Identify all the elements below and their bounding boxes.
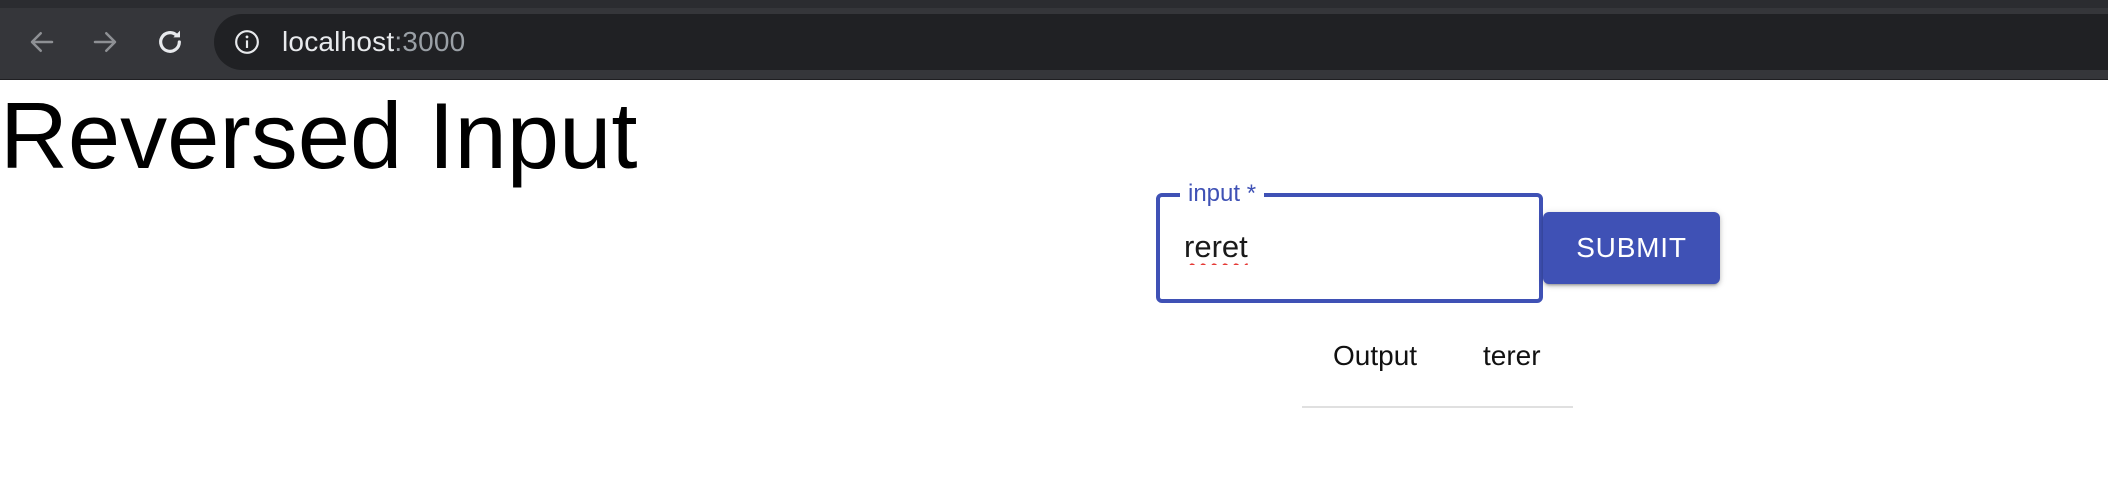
arrow-left-icon [30,32,54,52]
output-label: Output [1333,340,1418,371]
url-text[interactable]: localhost:3000 [282,28,465,56]
output-table: Output terer [1302,324,1573,408]
output-value: terer [1483,340,1541,371]
info-icon[interactable] [234,29,260,55]
submit-button[interactable]: SUBMIT [1543,212,1720,284]
reload-icon [159,30,181,53]
arrow-right-icon [93,32,117,52]
address-bar[interactable]: localhost:3000 [214,14,2108,70]
page-title: Reversed Input [0,83,638,188]
input-label: input * [1180,178,1265,210]
browser-toolbar: localhost:3000 [0,0,2108,80]
text-input[interactable] [1184,225,1514,269]
url-host: localhost [282,26,395,57]
tab-strip-edge [0,0,2108,8]
input-field[interactable]: input * [1156,178,1543,303]
back-button[interactable] [22,22,62,62]
reload-button[interactable] [150,22,190,62]
url-port: :3000 [394,26,466,57]
forward-button[interactable] [85,22,125,62]
